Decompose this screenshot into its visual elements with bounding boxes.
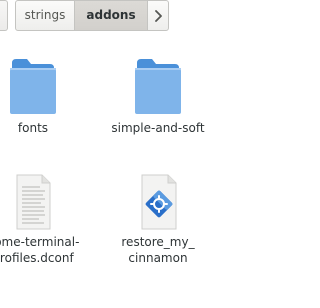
folder-icon xyxy=(135,59,181,114)
file-name-label-line-1: nome-terminal- xyxy=(0,235,80,249)
folder-icon xyxy=(10,59,56,114)
file-item-restore-my-cinnamon[interactable]: restore_my_ cinnamon xyxy=(103,174,213,266)
text-file-icon xyxy=(16,174,51,230)
pathbar-forward-button[interactable] xyxy=(147,0,169,31)
file-item-fonts[interactable]: fonts xyxy=(0,57,88,136)
file-name-label: simple-and-soft xyxy=(111,121,205,135)
breadcrumb-strings[interactable]: strings xyxy=(15,0,75,31)
file-manager-view: strings addons fonts simple-and-soft me-… xyxy=(0,0,252,308)
file-name-label: fonts xyxy=(17,121,49,135)
file-name-label-line-2: profiles.dconf xyxy=(0,251,74,265)
pathbar-scroll-left-button[interactable] xyxy=(0,0,8,31)
file-name-label-line-2: cinnamon xyxy=(128,251,188,265)
chevron-right-icon xyxy=(155,10,162,22)
path-bar: strings addons xyxy=(0,0,252,32)
file-item-simple-and-soft[interactable]: simple-and-soft xyxy=(103,57,213,136)
breadcrumb-addons[interactable]: addons xyxy=(74,0,148,31)
executable-script-icon xyxy=(141,174,177,230)
file-name-label-line-1: restore_my_ xyxy=(121,235,195,249)
file-item-profiles-dconf[interactable]: nome-terminal- profiles.dconf xyxy=(0,174,88,266)
